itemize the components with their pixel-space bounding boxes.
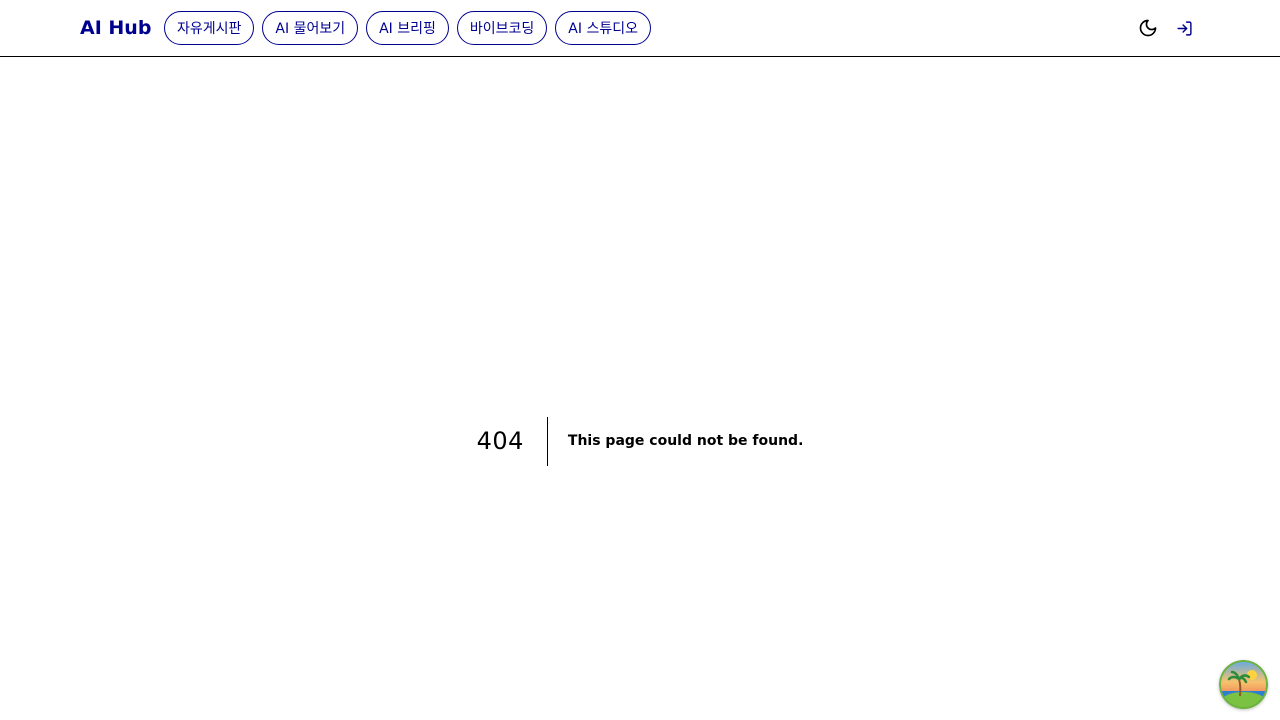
error-message: This page could not be found. [567, 433, 804, 449]
login-icon [1176, 20, 1192, 36]
main-nav: 자유게시판 AI 물어보기 AI 브리핑 바이브코딩 AI 스튜디오 [164, 11, 651, 45]
nav-vibe-coding[interactable]: 바이브코딩 [456, 11, 548, 45]
top-navigation-bar: AI Hub 자유게시판 AI 물어보기 AI 브리핑 바이브코딩 AI 스튜디… [0, 0, 1280, 57]
nav-free-board[interactable]: 자유게시판 [164, 11, 255, 45]
nav-ai-studio[interactable]: AI 스튜디오 [555, 11, 651, 45]
site-logo[interactable]: AI Hub [80, 16, 151, 40]
error-code: 404 [477, 417, 548, 466]
nav-ai-briefing[interactable]: AI 브리핑 [366, 11, 449, 45]
island-sunset-icon [1219, 660, 1268, 709]
not-found-message: 404 This page could not be found. [0, 417, 1280, 466]
theme-toggle-button[interactable] [1136, 16, 1160, 40]
login-button[interactable] [1172, 16, 1196, 40]
nav-ask-ai[interactable]: AI 물어보기 [262, 11, 359, 45]
moon-icon [1139, 19, 1157, 37]
floating-avatar-button[interactable] [1219, 660, 1268, 709]
